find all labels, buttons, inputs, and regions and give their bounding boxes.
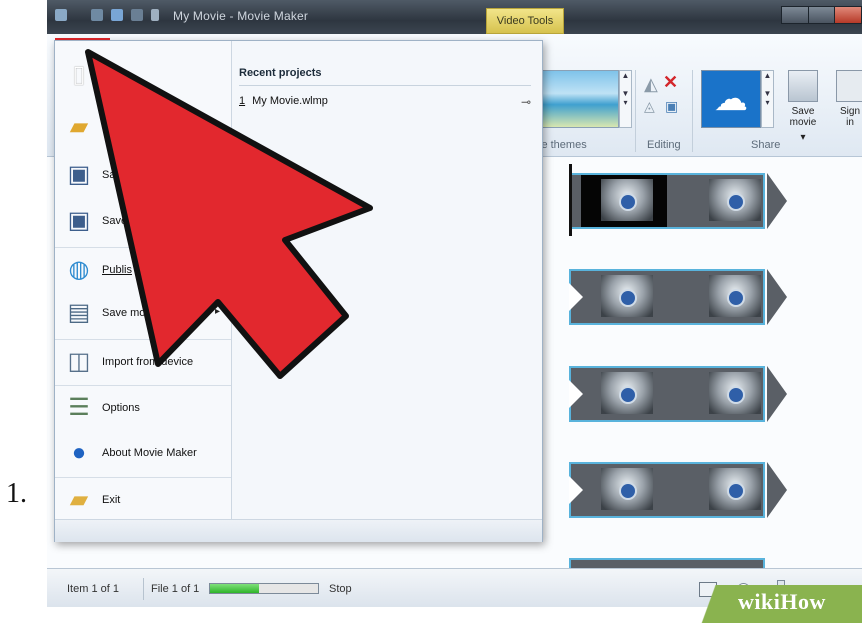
save-movie-label: Save movie: [789, 106, 817, 128]
status-separator: [143, 578, 144, 600]
recent-item-number: 1: [239, 95, 246, 107]
exit-icon: ▰: [69, 486, 89, 513]
remove-x-icon[interactable]: ✕: [663, 72, 678, 93]
clip[interactable]: [569, 366, 787, 422]
wikihow-logo: wikiHow: [738, 589, 826, 614]
sign-in-label: Sign in: [839, 106, 860, 128]
title-bar: My Movie - Movie Maker Video Tools: [47, 0, 862, 34]
group-separator: [692, 70, 693, 152]
save-movie-button[interactable]: Save movie ▾: [785, 70, 821, 143]
recent-item-name: My Movie.wlmp: [252, 95, 328, 107]
menu-item-exit[interactable]: ▰ Exit: [55, 477, 231, 522]
video-tools-tab[interactable]: Video Tools: [486, 8, 564, 34]
save-as-icon: ▣: [67, 207, 91, 234]
menu-item-save-as[interactable]: ▣ Save: [55, 199, 231, 243]
clip[interactable]: [569, 269, 787, 325]
group-separator: [635, 70, 636, 152]
wikihow-watermark: wikiHow: [698, 585, 862, 623]
playhead[interactable]: [569, 164, 572, 236]
undo-icon[interactable]: [111, 9, 123, 21]
file-menu-footer: [55, 519, 542, 542]
submenu-arrow-icon: ▸: [215, 306, 221, 317]
save-movie-icon: ▤: [67, 299, 91, 326]
menu-item-about[interactable]: ● About Movie Maker: [55, 431, 231, 475]
maximize-button[interactable]: [807, 6, 836, 24]
options-icon: ☰: [68, 394, 90, 421]
menu-item-import[interactable]: ◫ Import from device: [55, 339, 231, 384]
customize-quick-access-icon[interactable]: [151, 9, 159, 21]
select-all-icon[interactable]: ▣: [665, 98, 678, 115]
recent-project-item[interactable]: 1 My Movie.wlmp ⊸: [239, 95, 531, 111]
save-quick-icon[interactable]: [91, 9, 103, 21]
file-menu: ▯ ▰ O ▣ Sa ▣ Save ◍ Publis ▤ Save mo ▸ ◫…: [54, 40, 543, 542]
clip[interactable]: [569, 558, 769, 568]
progress-bar: [209, 583, 319, 594]
theme-gallery-scroll[interactable]: ▲ ▼ ▾: [619, 70, 632, 128]
save-movie-caret: ▾: [800, 132, 806, 143]
import-device-icon: ◫: [67, 348, 91, 375]
menu-item-options[interactable]: ☰ Options: [55, 385, 231, 430]
minimize-button[interactable]: [781, 6, 809, 24]
menu-item-save[interactable]: ▣ Sa: [55, 153, 231, 197]
pin-icon[interactable]: ⊸: [521, 95, 531, 109]
theme-thumbnail[interactable]: [537, 70, 619, 128]
stop-button[interactable]: Stop: [329, 583, 352, 595]
group-label-themes: ie themes: [539, 139, 587, 151]
file-menu-commands: ▯ ▰ O ▣ Sa ▣ Save ◍ Publis ▤ Save mo ▸ ◫…: [55, 41, 232, 519]
open-folder-icon: ▰: [69, 113, 89, 140]
status-file-count: File 1 of 1: [151, 583, 200, 595]
window-title: My Movie - Movie Maker: [173, 9, 309, 23]
onedrive-cloud-icon[interactable]: ☁: [701, 70, 761, 128]
window-controls: [781, 6, 862, 24]
progress-fill: [210, 584, 259, 593]
publish-globe-icon: ◍: [68, 256, 90, 283]
app-icon: [55, 9, 67, 21]
rotate-icon[interactable]: ◬: [644, 98, 655, 115]
sign-in-button[interactable]: Sign in: [835, 70, 862, 128]
recent-divider: [239, 85, 531, 86]
step-number: 1.: [6, 478, 27, 509]
clip[interactable]: [569, 173, 787, 229]
recent-projects-header: Recent projects: [239, 67, 322, 79]
menu-item-new-project[interactable]: ▯: [55, 53, 231, 97]
group-label-editing: Editing: [647, 139, 681, 151]
trim-icon[interactable]: ◭: [644, 74, 658, 95]
redo-icon[interactable]: [131, 9, 143, 21]
sign-in-icon: [836, 70, 862, 102]
menu-item-open[interactable]: ▰ O: [55, 105, 231, 149]
menu-item-publish[interactable]: ◍ Publis: [55, 247, 231, 292]
status-item-count: Item 1 of 1: [67, 583, 119, 595]
save-icon: ▣: [67, 161, 91, 188]
clip[interactable]: [569, 462, 787, 518]
close-button[interactable]: [834, 6, 862, 24]
info-icon: ●: [71, 439, 87, 466]
save-movie-icon: [788, 70, 818, 102]
group-label-share: Share: [751, 139, 781, 151]
menu-item-save-movie[interactable]: ▤ Save mo ▸: [55, 291, 231, 335]
new-project-icon: ▯: [72, 61, 86, 88]
share-gallery-scroll[interactable]: ▲ ▼ ▾: [761, 70, 774, 128]
